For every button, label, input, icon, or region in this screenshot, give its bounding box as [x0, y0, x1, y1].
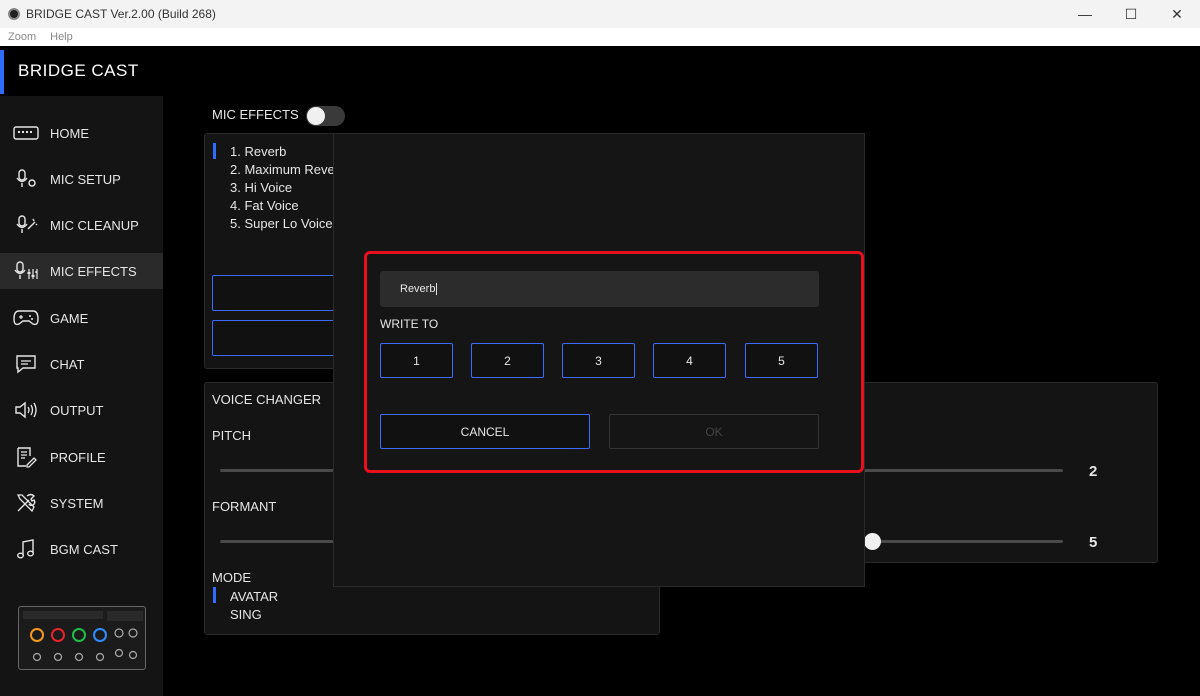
ok-button[interactable]: OK: [609, 414, 819, 449]
keyboard-icon: [11, 125, 41, 141]
sidebar-item-label: PROFILE: [50, 449, 106, 465]
sidebar-item-output[interactable]: OUTPUT: [0, 392, 163, 428]
preset-name-value: Reverb: [400, 283, 436, 295]
cancel-button[interactable]: CANCEL: [380, 414, 590, 449]
maximize-button[interactable]: ☐: [1108, 0, 1154, 28]
mic-effects-toggle[interactable]: [306, 106, 345, 126]
sidebar-item-home[interactable]: HOME: [0, 115, 163, 151]
mic-sparkle-icon: [11, 215, 41, 235]
profile-edit-icon: [11, 446, 41, 468]
mic-sliders-icon: [11, 261, 41, 281]
sidebar-item-label: CHAT: [50, 356, 85, 372]
speaker-icon: [11, 400, 41, 420]
minimize-button[interactable]: —: [1062, 0, 1108, 28]
sidebar-item-chat[interactable]: CHAT: [0, 346, 163, 382]
sidebar-item-mic-cleanup[interactable]: MIC CLEANUP: [0, 207, 163, 243]
write-slot-2-button[interactable]: 2: [471, 343, 544, 378]
sidebar-item-mic-setup[interactable]: MIC SETUP: [0, 161, 163, 197]
window-title: BRIDGE CAST Ver.2.00 (Build 268): [26, 7, 216, 21]
write-to-label: WRITE TO: [380, 317, 439, 331]
menu-bar: Zoom Help: [0, 28, 1200, 46]
voice-changer-panel-right: [858, 382, 1158, 563]
write-slot-3-button[interactable]: 3: [562, 343, 635, 378]
sidebar-item-profile[interactable]: PROFILE: [0, 439, 163, 475]
menu-help[interactable]: Help: [50, 31, 73, 43]
tools-icon: [11, 492, 41, 514]
write-slot-1-button[interactable]: 1: [380, 343, 453, 378]
sidebar-item-label: GAME: [50, 310, 89, 326]
preset-item[interactable]: 4. Fat Voice: [230, 197, 346, 215]
chat-icon: [11, 354, 41, 374]
gamepad-icon: [11, 309, 41, 327]
mic-effects-label: MIC EFFECTS: [212, 107, 299, 122]
sidebar-item-bgm-cast[interactable]: BGM CAST: [0, 531, 163, 567]
pitch-label: PITCH: [212, 428, 251, 443]
sidebar-item-label: MIC EFFECTS: [50, 263, 137, 279]
sidebar-item-label: MIC SETUP: [50, 171, 121, 187]
formant-label: FORMANT: [212, 499, 277, 514]
toggle-knob: [307, 107, 325, 125]
sidebar-item-game[interactable]: GAME: [0, 300, 163, 336]
text-caret: [436, 283, 438, 296]
mic-gear-icon: [11, 169, 41, 189]
mode-selection-marker: [213, 587, 216, 603]
preset-item[interactable]: 2. Maximum Reverb: [230, 161, 346, 179]
device-illustration: [18, 606, 146, 670]
write-slot-5-button[interactable]: 5: [745, 343, 818, 378]
sidebar-item-mic-effects[interactable]: MIC EFFECTS: [0, 253, 163, 289]
music-note-icon: [11, 538, 41, 560]
write-slot-4-button[interactable]: 4: [653, 343, 726, 378]
formant-slider-knob[interactable]: [864, 533, 881, 550]
pitch-value: 2: [1089, 463, 1098, 480]
preset-list: 1. Reverb 2. Maximum Reverb 3. Hi Voice …: [230, 143, 346, 233]
mode-option-sing[interactable]: SING: [230, 607, 262, 622]
preset-name-input[interactable]: Reverb: [380, 271, 819, 307]
mode-option-avatar[interactable]: AVATAR: [230, 589, 278, 604]
sidebar-item-label: MIC CLEANUP: [50, 217, 139, 233]
title-bar: BRIDGE CAST Ver.2.00 (Build 268) — ☐ ✕: [0, 0, 1200, 28]
app-icon: [8, 8, 20, 20]
preset-item[interactable]: 1. Reverb: [230, 143, 346, 161]
sidebar-item-label: SYSTEM: [50, 495, 104, 511]
sidebar-item-label: BGM CAST: [50, 541, 118, 557]
brand-accent: [0, 50, 4, 94]
brand-title: BRIDGE CAST: [18, 61, 139, 80]
brand-bar: BRIDGE CAST: [0, 46, 1200, 96]
formant-value: 5: [1089, 534, 1098, 551]
sidebar-item-label: HOME: [50, 125, 89, 141]
preset-item[interactable]: 3. Hi Voice: [230, 179, 346, 197]
mode-label: MODE: [212, 570, 251, 585]
voice-changer-title: VOICE CHANGER: [212, 392, 322, 407]
menu-zoom[interactable]: Zoom: [8, 31, 36, 43]
sidebar-item-label: OUTPUT: [50, 402, 104, 418]
close-button[interactable]: ✕: [1154, 0, 1200, 28]
preset-item[interactable]: 5. Super Lo Voice: [230, 215, 346, 233]
preset-selection-marker: [213, 143, 216, 159]
sidebar-item-system[interactable]: SYSTEM: [0, 485, 163, 521]
